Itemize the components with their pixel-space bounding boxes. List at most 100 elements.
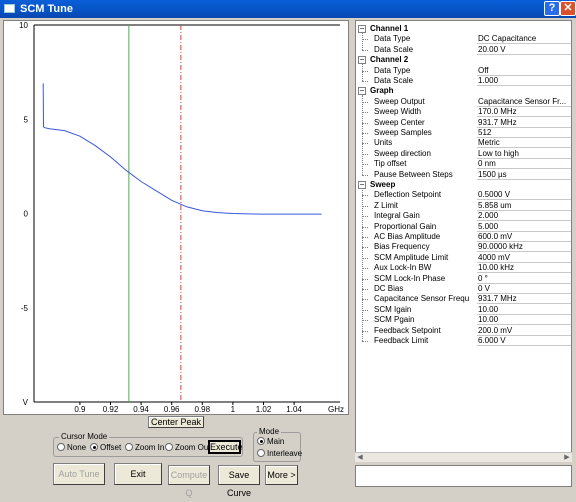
property-value[interactable]: 0 ° (477, 274, 571, 284)
property-name: DC Bias (374, 284, 404, 293)
property-value[interactable]: 1500 µs (477, 170, 571, 180)
property-row-scm-igain[interactable]: SCM Igain 10.00 (356, 305, 571, 315)
property-row-scm-amplitude-limit[interactable]: SCM Amplitude Limit 4000 mV (356, 253, 571, 263)
property-value[interactable]: Low to high (477, 149, 571, 159)
more-button[interactable]: More > (265, 465, 298, 485)
scroll-left-icon[interactable]: ◀ (355, 453, 365, 462)
cursor-mode-zoom-in-radio[interactable]: Zoom In (125, 443, 164, 452)
property-row-data-type[interactable]: Data Type DC Capacitance (356, 34, 571, 45)
property-row-feedback-limit[interactable]: Feedback Limit 6.000 V (356, 336, 571, 346)
property-row-proportional-gain[interactable]: Proportional Gain 5.000 (356, 222, 571, 232)
mode-main-radio[interactable]: Main (257, 437, 284, 446)
y-tick-label: 10 (19, 21, 28, 30)
radio-icon (165, 443, 173, 451)
window-title: SCM Tune (20, 3, 73, 15)
property-row-units[interactable]: Units Metric (356, 138, 571, 149)
y-tick-label: V (23, 398, 29, 407)
property-row-sweep-center[interactable]: Sweep Center 931.7 MHz (356, 118, 571, 128)
property-row-data-type[interactable]: Data Type Off (356, 66, 571, 76)
cursor-mode-none-radio[interactable]: None (57, 443, 86, 452)
tree-line (362, 94, 363, 175)
tree-branch (362, 81, 368, 82)
property-value[interactable]: 931.7 MHz (477, 294, 571, 305)
radio-label: Interleave (267, 449, 303, 458)
mode-interleave-radio[interactable]: Interleave (257, 449, 302, 458)
property-value[interactable]: 200.0 mV (477, 326, 571, 336)
property-tree[interactable]: − Channel 1 Data Type DC Capacitance Data Sc… (355, 20, 572, 462)
cursor-mode-offset-radio[interactable]: Offset (90, 443, 121, 452)
property-value[interactable]: 4000 mV (477, 253, 571, 263)
scroll-right-icon[interactable]: ▶ (562, 453, 572, 462)
property-name: Sweep Output (374, 96, 425, 106)
property-row-tip-offset[interactable]: Tip offset 0 nm (356, 159, 571, 170)
property-value[interactable]: 10.00 (477, 315, 571, 326)
tree-line (362, 32, 363, 50)
tree-branch (362, 341, 368, 342)
property-row-sweep-samples[interactable]: Sweep Samples 512 (356, 128, 571, 138)
x-tick-label: 0.92 (103, 405, 119, 414)
sweep-graph[interactable]: 10 5 0 -5 V 0.9 0.92 0.94 0.96 0.98 1 1.02 1.04 GHz (3, 20, 349, 415)
property-row-aux-lock-in-bw[interactable]: Aux Lock-In BW 10.00 kHz (356, 263, 571, 274)
category-graph[interactable]: − Graph (356, 86, 571, 96)
property-row-scm-pgain[interactable]: SCM Pgain 10.00 (356, 315, 571, 326)
help-button[interactable]: ? (544, 1, 560, 16)
property-value[interactable]: 90.0000 kHz (477, 242, 571, 253)
auto-tune-button[interactable]: Auto Tune (53, 463, 105, 485)
property-name: Integral Gain (374, 211, 420, 221)
property-name: Data Scale (374, 76, 414, 85)
property-value[interactable]: 1.000 (477, 76, 571, 86)
property-name: Sweep Center (374, 117, 425, 127)
property-row-data-scale[interactable]: Data Scale 20.00 V (356, 45, 571, 55)
property-row-dc-bias[interactable]: DC Bias 0 V (356, 284, 571, 294)
category-channel-1[interactable]: − Channel 1 (356, 24, 571, 34)
cursor-mode-zoom-out-radio[interactable]: Zoom Out (165, 443, 211, 452)
radio-label: None (67, 443, 87, 452)
property-row-bias-frequency[interactable]: Bias Frequency 90.0000 kHz (356, 242, 571, 253)
property-name: AC Bias Amplitude (374, 232, 441, 241)
property-value[interactable]: Capacitance Sensor Fr... (477, 97, 571, 107)
center-peak-button[interactable]: Center Peak (148, 416, 204, 428)
property-value[interactable]: DC Capacitance (477, 34, 571, 45)
property-value[interactable]: 600.0 mV (477, 232, 571, 242)
property-row-z-limit[interactable]: Z Limit 5.858 um (356, 201, 571, 211)
property-row-scm-lock-in-phase[interactable]: SCM Lock-In Phase 0 ° (356, 274, 571, 284)
property-value[interactable]: 931.7 MHz (477, 118, 571, 128)
horizontal-scrollbar[interactable]: ◀ ▶ (355, 452, 572, 462)
property-value[interactable]: 20.00 V (477, 45, 571, 55)
property-value[interactable]: 512 (477, 128, 571, 138)
property-row-capacitance-sensor-frequ[interactable]: Capacitance Sensor Frequ 931.7 MHz (356, 294, 571, 305)
property-value[interactable]: Metric (477, 138, 571, 149)
property-value[interactable]: 5.858 um (477, 201, 571, 211)
save-curve-button[interactable]: Save Curve (218, 465, 260, 498)
property-value[interactable]: 5.000 (477, 222, 571, 232)
property-row-sweep-width[interactable]: Sweep Width 170.0 MHz (356, 107, 571, 118)
category-sweep[interactable]: − Sweep (356, 180, 571, 190)
property-name: SCM Amplitude Limit (374, 252, 449, 262)
property-row-integral-gain[interactable]: Integral Gain 2.000 (356, 211, 571, 222)
property-value[interactable]: 170.0 MHz (477, 107, 571, 118)
property-row-data-scale[interactable]: Data Scale 1.000 (356, 76, 571, 86)
property-row-sweep-output[interactable]: Sweep Output Capacitance Sensor Fr... (356, 97, 571, 107)
property-row-deflection-setpoint[interactable]: Deflection Setpoint 0.5000 V (356, 190, 571, 201)
property-row-sweep-direction[interactable]: Sweep direction Low to high (356, 149, 571, 159)
property-value[interactable]: 10.00 kHz (477, 263, 571, 274)
x-tick-label: 1 (231, 405, 236, 414)
property-name: Data Scale (374, 44, 414, 54)
exit-button[interactable]: Exit (114, 463, 162, 485)
property-value[interactable]: 0 nm (477, 159, 571, 170)
property-value[interactable]: 2.000 (477, 211, 571, 222)
property-row-feedback-setpoint[interactable]: Feedback Setpoint 200.0 mV (356, 326, 571, 336)
property-value[interactable]: 0 V (477, 284, 571, 294)
property-row-pause-between-steps[interactable]: Pause Between Steps 1500 µs (356, 170, 571, 180)
execute-button[interactable]: Execute (208, 440, 243, 454)
property-value[interactable]: 10.00 (477, 305, 571, 315)
category-channel-2[interactable]: − Channel 2 (356, 55, 571, 65)
compute-q-button[interactable]: Compute Q (168, 465, 210, 498)
property-name: SCM Igain (374, 304, 412, 314)
category-label: Sweep (370, 180, 396, 189)
property-value[interactable]: 0.5000 V (477, 190, 571, 201)
property-row-ac-bias-amplitude[interactable]: AC Bias Amplitude 600.0 mV (356, 232, 571, 242)
property-value[interactable]: 6.000 V (477, 336, 571, 346)
property-value[interactable]: Off (477, 66, 571, 76)
close-button[interactable]: ✕ (560, 1, 576, 16)
